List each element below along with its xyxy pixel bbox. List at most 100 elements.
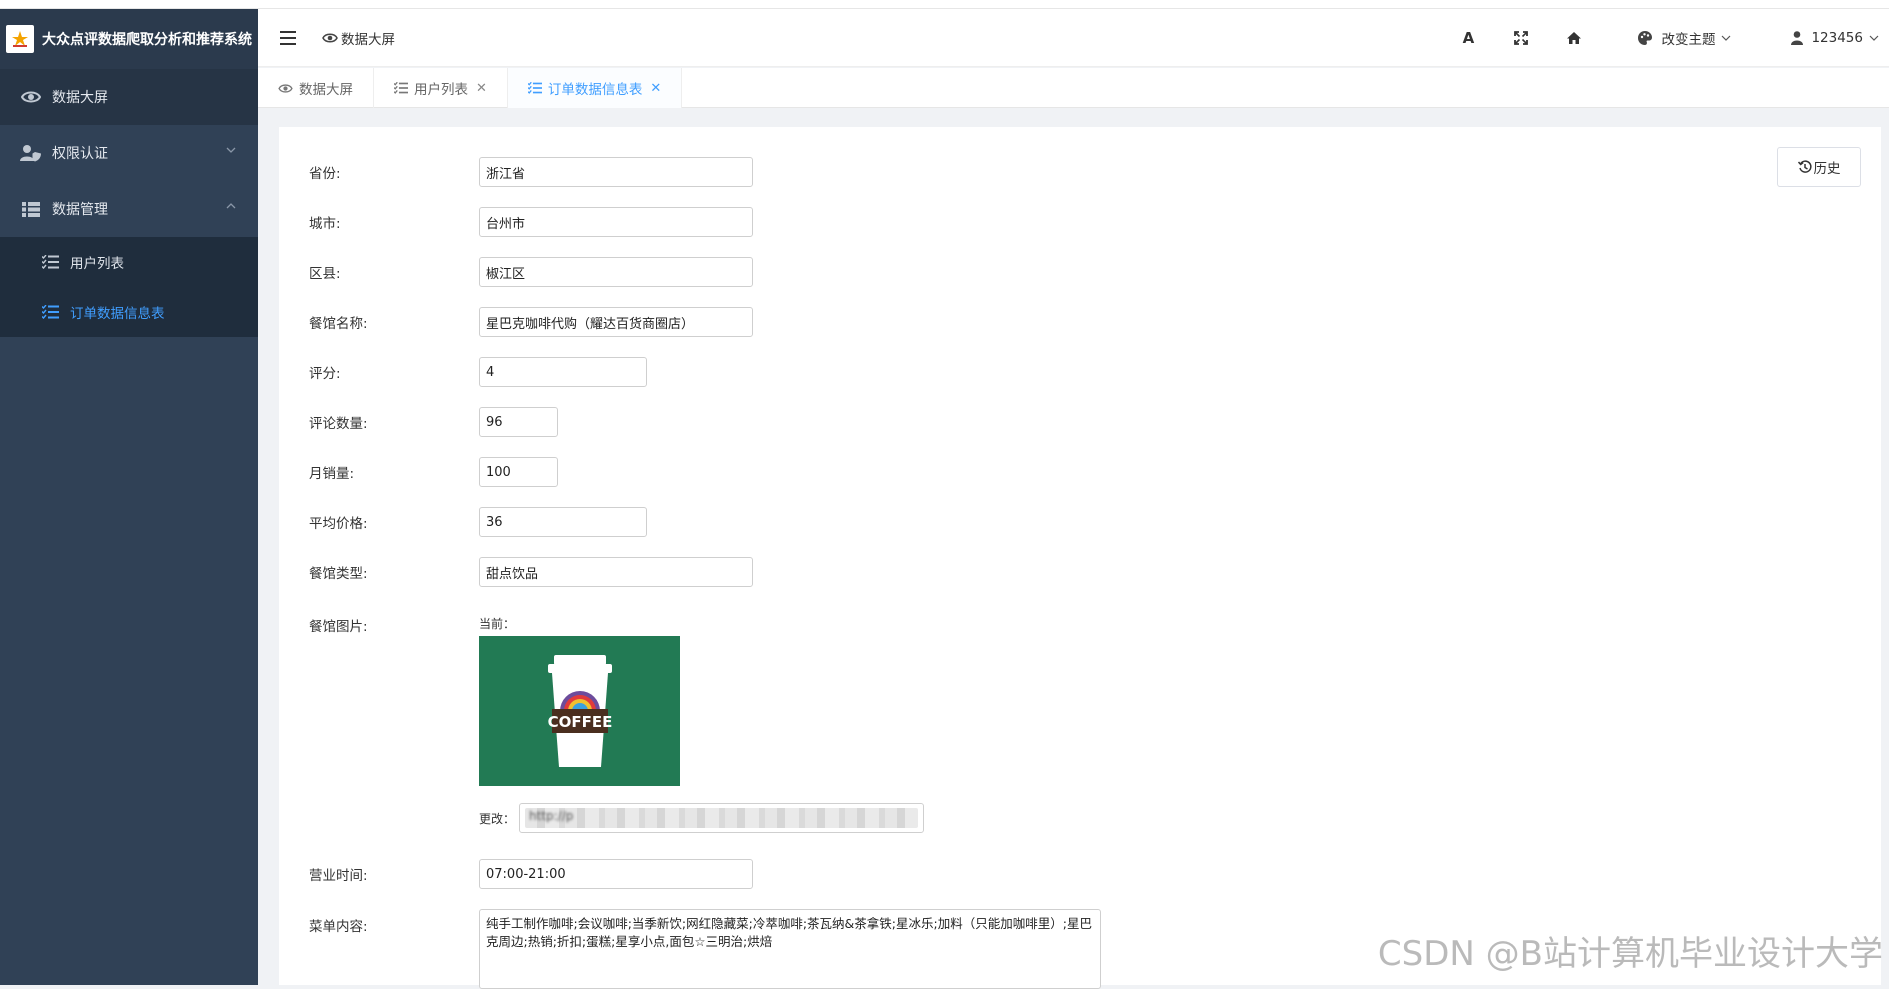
tab-bar: 数据大屏 用户列表 ✕ 订单数据信息表 ✕	[258, 68, 1889, 108]
city-input[interactable]: 台州市	[479, 207, 753, 237]
sidebar-item-user-list[interactable]: 用户列表	[0, 237, 258, 287]
sidebar-item-label: 用户列表	[70, 252, 124, 272]
field-menu: 菜单内容: 纯手工制作咖啡;会议咖啡;当季新饮;网红隐藏菜;冷萃咖啡;茶瓦纳&茶…	[309, 909, 1101, 989]
theme-dropdown[interactable]: 改变主题	[1637, 28, 1739, 48]
current-image-label: 当前：	[479, 615, 680, 632]
chevron-down-icon	[226, 145, 236, 155]
tab-order-table[interactable]: 订单数据信息表 ✕	[508, 68, 682, 108]
field-restaurant-name: 餐馆名称: 星巴克咖啡代购（耀达百货商圈店）	[309, 307, 753, 337]
sidebar-item-label: 数据大屏	[52, 87, 108, 107]
hamburger-icon[interactable]	[280, 31, 296, 45]
sidebar-item-label: 权限认证	[52, 143, 108, 163]
field-label: 餐馆图片:	[309, 615, 479, 635]
sidebar-item-label: 订单数据信息表	[70, 302, 165, 322]
change-label: 更改：	[479, 810, 515, 827]
eye-icon	[20, 86, 42, 108]
field-avg-price: 平均价格: 36	[309, 507, 647, 537]
fullscreen-icon[interactable]	[1512, 29, 1530, 47]
field-label: 区县:	[309, 262, 479, 282]
field-district: 区县: 椒江区	[309, 257, 753, 287]
field-label: 平均价格:	[309, 512, 479, 532]
close-icon[interactable]: ✕	[650, 81, 661, 96]
province-input[interactable]: 浙江省	[479, 157, 753, 187]
breadcrumb[interactable]: 数据大屏	[322, 28, 395, 48]
sidebar: 大众点评数据爬取分析和推荐系统 数据大屏 权限认证 数据管理 用户列表	[0, 9, 258, 985]
field-rating: 评分: 4	[309, 357, 647, 387]
app-title: 大众点评数据爬取分析和推荐系统	[42, 29, 252, 49]
restaurant-name-input[interactable]: 星巴克咖啡代购（耀达百货商圈店）	[479, 307, 753, 337]
palette-icon	[1637, 30, 1653, 46]
field-province: 省份: 浙江省	[309, 157, 753, 187]
list-icon	[40, 302, 60, 322]
field-label: 营业时间:	[309, 864, 479, 884]
avg-price-input[interactable]: 36	[479, 507, 647, 537]
field-monthly-sales: 月销量: 100	[309, 457, 558, 487]
field-hours: 营业时间: 07:00-21:00	[309, 859, 753, 889]
user-label: 123456	[1811, 30, 1863, 46]
tab-label: 订单数据信息表	[548, 78, 643, 98]
history-button[interactable]: 历史	[1777, 147, 1861, 187]
tab-label: 用户列表	[414, 78, 468, 98]
history-icon	[1798, 160, 1812, 174]
field-restaurant-type: 餐馆类型: 甜点饮品	[309, 557, 753, 587]
field-label: 评分:	[309, 362, 479, 382]
review-count-input[interactable]: 96	[479, 407, 558, 437]
monthly-sales-input[interactable]: 100	[479, 457, 558, 487]
field-label: 菜单内容:	[309, 909, 479, 935]
tab-label: 数据大屏	[299, 78, 353, 98]
list-icon	[40, 252, 60, 272]
image-text: COFFEE	[547, 713, 612, 731]
sidebar-item-dashboard[interactable]: 数据大屏	[0, 69, 258, 125]
tab-dashboard[interactable]: 数据大屏	[258, 68, 374, 108]
field-label: 省份:	[309, 162, 479, 182]
history-label: 历史	[1814, 157, 1841, 177]
tab-user-list[interactable]: 用户列表 ✕	[374, 68, 508, 108]
list-icon	[528, 82, 542, 94]
district-input[interactable]: 椒江区	[479, 257, 753, 287]
breadcrumb-label: 数据大屏	[341, 28, 395, 48]
header-right: A 改变主题 123456	[1424, 9, 1889, 67]
field-image: 餐馆图片:	[309, 615, 479, 635]
restaurant-type-input[interactable]: 甜点饮品	[479, 557, 753, 587]
image-change-row: 更改： http://p	[479, 803, 924, 833]
chevron-down-icon	[1721, 33, 1731, 43]
field-review-count: 评论数量: 96	[309, 407, 558, 437]
field-label: 餐馆类型:	[309, 562, 479, 582]
rating-input[interactable]: 4	[479, 357, 647, 387]
image-url-input[interactable]: http://p	[519, 803, 924, 833]
chevron-up-icon	[226, 201, 236, 211]
menu-textarea[interactable]: 纯手工制作咖啡;会议咖啡;当季新饮;网红隐藏菜;冷萃咖啡;茶瓦纳&茶拿铁;星冰乐…	[479, 909, 1101, 989]
user-icon	[1791, 31, 1803, 45]
user-shield-icon	[20, 142, 42, 164]
field-label: 月销量:	[309, 462, 479, 482]
chevron-down-icon	[1869, 33, 1879, 43]
eye-icon	[278, 83, 293, 94]
url-text: http://p	[529, 809, 573, 823]
user-dropdown[interactable]: 123456	[1791, 30, 1887, 46]
restaurant-image: COFFEE	[479, 636, 680, 786]
blurred-url: http://p	[525, 808, 918, 828]
sidebar-item-auth[interactable]: 权限认证	[0, 125, 258, 181]
home-icon[interactable]	[1565, 29, 1583, 47]
field-city: 城市: 台州市	[309, 207, 753, 237]
field-label: 城市:	[309, 212, 479, 232]
table-icon	[20, 198, 42, 220]
eye-icon	[322, 32, 338, 44]
sidebar-item-data-management[interactable]: 数据管理	[0, 181, 258, 237]
sidebar-item-order-table[interactable]: 订单数据信息表	[0, 287, 258, 337]
image-preview-block: 当前： COFFEE	[479, 615, 680, 786]
sidebar-submenu: 用户列表 订单数据信息表	[0, 237, 258, 337]
theme-label: 改变主题	[1661, 28, 1715, 48]
top-header: 数据大屏 A 改变主题 123456	[258, 9, 1889, 67]
sidebar-item-label: 数据管理	[52, 199, 108, 219]
watermark: CSDN @B站计算机毕业设计大学	[1378, 926, 1883, 975]
list-icon	[394, 82, 408, 94]
close-icon[interactable]: ✕	[476, 81, 487, 96]
field-label: 评论数量:	[309, 412, 479, 432]
field-label: 餐馆名称:	[309, 312, 479, 332]
hours-input[interactable]: 07:00-21:00	[479, 859, 753, 889]
top-strip	[0, 0, 1889, 9]
detail-form-card: 历史 省份: 浙江省 城市: 台州市 区县: 椒江区 餐馆名称: 星巴克咖啡代购…	[279, 127, 1881, 985]
app-logo-bar: 大众点评数据爬取分析和推荐系统	[0, 9, 258, 69]
font-size-icon[interactable]: A	[1459, 29, 1477, 47]
